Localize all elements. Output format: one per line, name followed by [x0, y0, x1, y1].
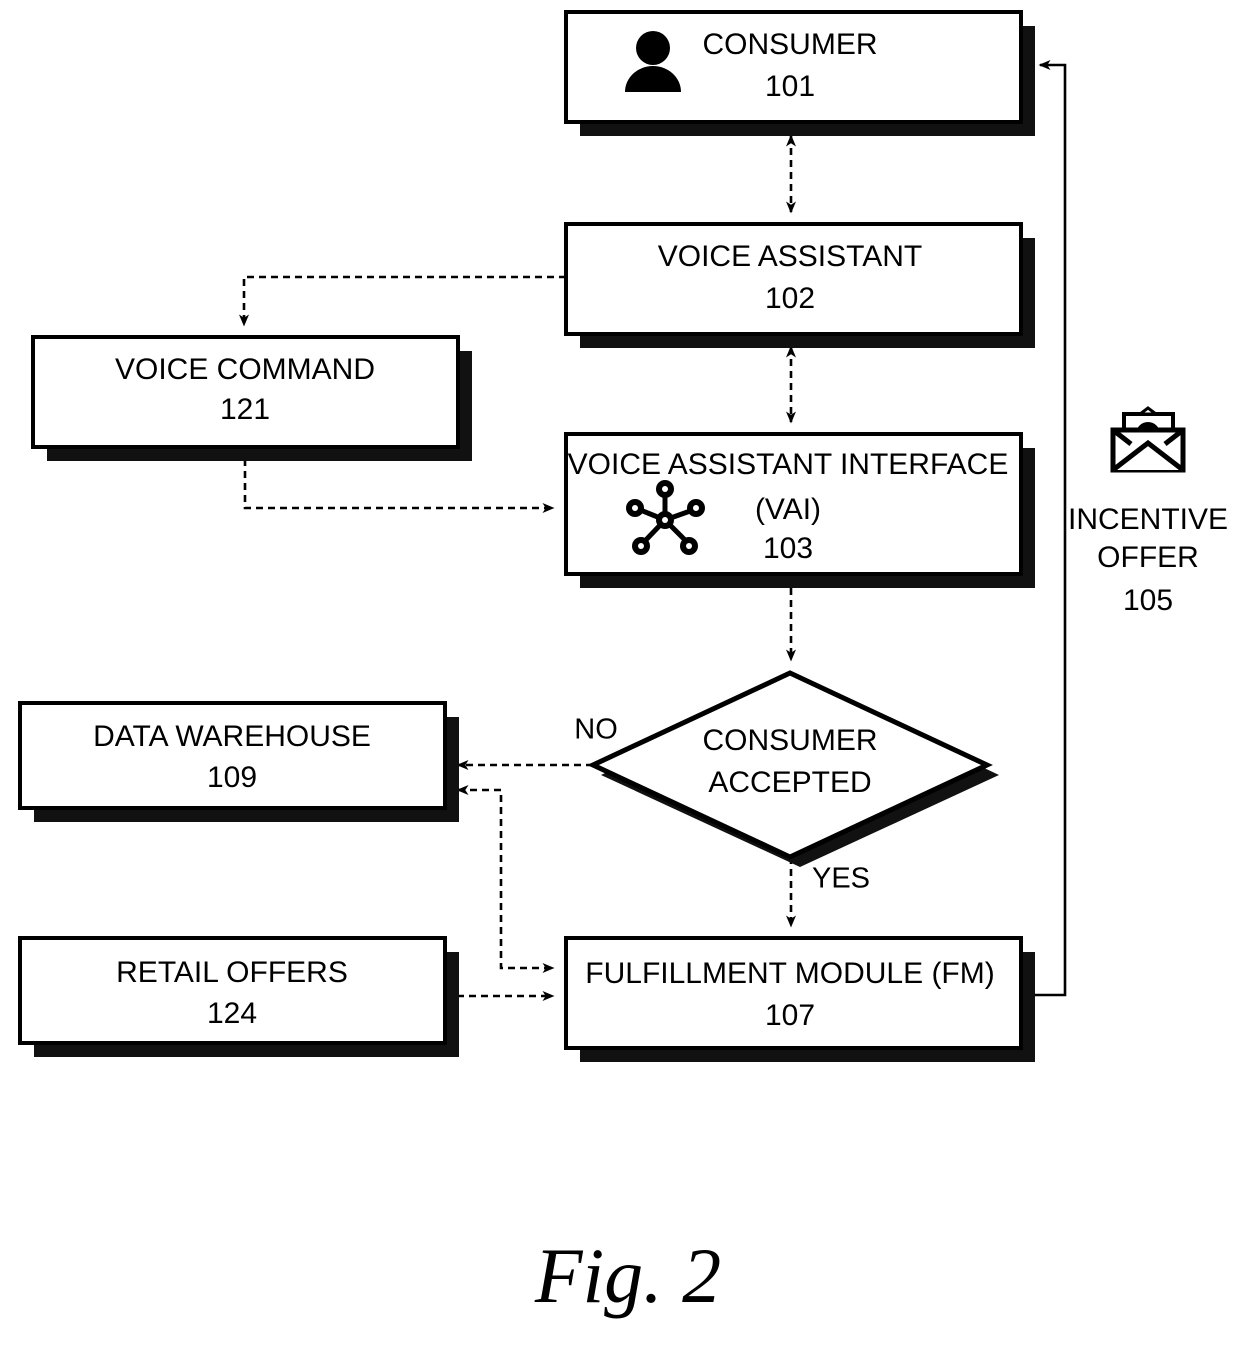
figure-container: CONSUMER 101 VOICE ASSISTANT 102 VOICE A…	[0, 0, 1240, 1347]
node-retail-offers-title: RETAIL OFFERS	[116, 956, 348, 989]
node-voice-assistant[interactable]: VOICE ASSISTANT 102	[564, 222, 1035, 348]
node-data-warehouse-title: DATA WAREHOUSE	[93, 720, 371, 753]
node-vai-subtitle: (VAI)	[755, 493, 821, 526]
edge-label-no: NO	[574, 714, 618, 746]
node-voice-command-ref: 121	[220, 393, 270, 426]
node-fulfillment-module-title: FULFILLMENT MODULE (FM)	[585, 957, 994, 990]
incentive-offer-title-line2: OFFER	[1097, 541, 1199, 574]
node-retail-offers-ref: 124	[207, 997, 257, 1030]
node-consumer[interactable]: CONSUMER 101	[564, 10, 1035, 136]
node-fulfillment-module-ref: 107	[765, 999, 815, 1032]
node-vai-ref: 103	[763, 532, 813, 565]
connector-fulfillment-datawarehouse	[456, 785, 555, 973]
node-consumer-title: CONSUMER	[702, 28, 877, 61]
node-consumer-ref: 101	[765, 70, 815, 103]
node-retail-offers[interactable]: RETAIL OFFERS 124	[18, 936, 459, 1057]
decision-title-line2: ACCEPTED	[708, 766, 871, 799]
node-data-warehouse-ref: 109	[207, 761, 257, 794]
connector-voiceassistant-voicecommand	[239, 275, 566, 327]
node-vai-title: VOICE ASSISTANT INTERFACE	[568, 448, 1009, 481]
envelope-icon	[1110, 406, 1186, 473]
node-decision-consumer-accepted[interactable]: CONSUMER ACCEPTED	[587, 670, 999, 867]
node-voice-command-title: VOICE COMMAND	[115, 353, 375, 386]
incentive-offer-title-line1: INCENTIVE	[1068, 503, 1228, 536]
figure-caption: Fig. 2	[534, 1232, 721, 1319]
node-data-warehouse[interactable]: DATA WAREHOUSE 109	[18, 701, 459, 822]
decision-title-line1: CONSUMER	[702, 724, 877, 757]
edge-label-yes: YES	[812, 863, 870, 895]
incentive-offer-ref: 105	[1123, 584, 1173, 617]
node-voice-assistant-ref: 102	[765, 282, 815, 315]
node-fulfillment-module[interactable]: FULFILLMENT MODULE (FM) 107	[564, 936, 1035, 1062]
node-voice-assistant-title: VOICE ASSISTANT	[658, 240, 923, 273]
node-voice-command[interactable]: VOICE COMMAND 121	[31, 335, 472, 461]
node-voice-assistant-interface[interactable]: VOICE ASSISTANT INTERFACE (VAI) 103	[564, 432, 1035, 588]
flowchart-diagram: CONSUMER 101 VOICE ASSISTANT 102 VOICE A…	[18, 10, 1228, 1319]
node-incentive-offer[interactable]: INCENTIVE OFFER 105	[1068, 406, 1228, 617]
